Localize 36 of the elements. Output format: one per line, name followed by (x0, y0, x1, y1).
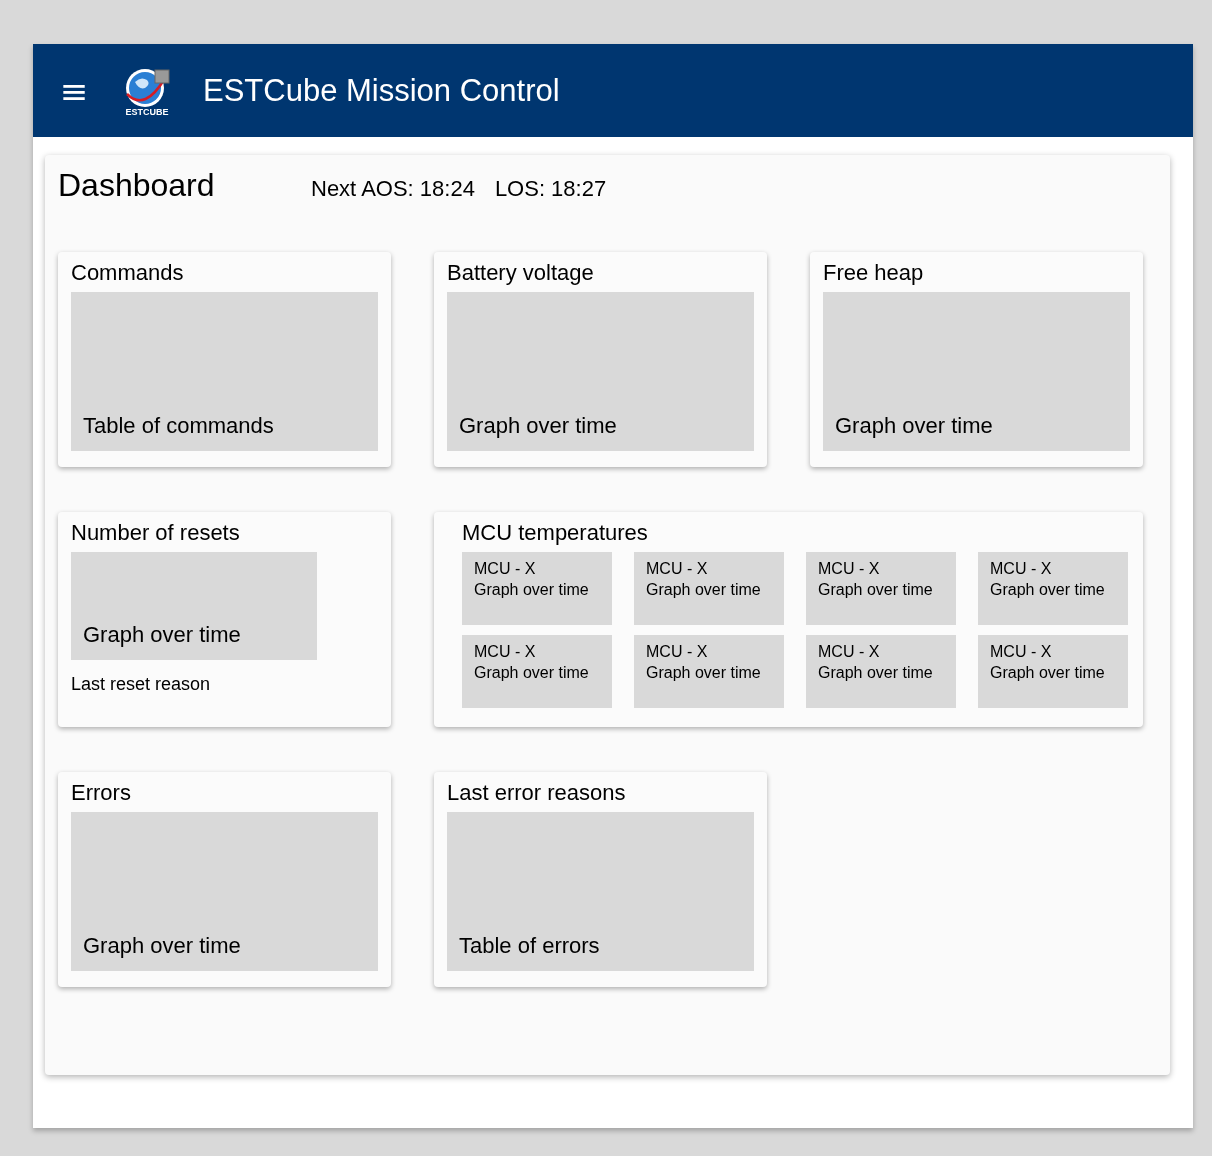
los-time: LOS: 18:27 (494, 176, 607, 202)
tile-caption: Graph over time (990, 663, 1106, 683)
app-title: ESTCube Mission Control (203, 72, 560, 109)
mcu-name: MCU - X (818, 642, 881, 662)
tile-caption: Graph over time (818, 580, 934, 600)
menu-button[interactable]: ≡ (59, 73, 89, 108)
logo-text: ESTCUBE (125, 107, 169, 117)
placeholder-area: Graph over time (823, 292, 1130, 451)
tile-caption: Graph over time (990, 580, 1106, 600)
tile-caption: Graph over time (474, 580, 590, 600)
tile-caption: Graph over time (646, 663, 762, 683)
mcu-name: MCU - X (646, 642, 709, 662)
mcu-name: MCU - X (818, 559, 881, 579)
placeholder-area: Table of errors (447, 812, 754, 971)
widget-title: Number of resets (71, 520, 241, 546)
mcu-name: MCU - X (990, 559, 1053, 579)
placeholder-area: Graph over time (71, 812, 378, 971)
widget-title: Free heap (823, 260, 925, 286)
page-title: Dashboard (58, 167, 216, 204)
widget-title: MCU temperatures (462, 520, 649, 546)
placeholder-area: Table of commands (71, 292, 378, 451)
last-reset-reason: Last reset reason (71, 674, 212, 695)
placeholder-area: Graph over time (447, 292, 754, 451)
tile-caption: Graph over time (646, 580, 762, 600)
widget-title: Errors (71, 780, 132, 806)
widget-title: Last error reasons (447, 780, 627, 806)
mcu-name: MCU - X (990, 642, 1053, 662)
next-aos: Next AOS: 18:24 (311, 176, 475, 202)
placeholder-area: Graph over time (71, 552, 317, 660)
mcu-name: MCU - X (474, 559, 537, 579)
mcu-name: MCU - X (474, 642, 537, 662)
tile-caption: Graph over time (818, 663, 934, 683)
mcu-name: MCU - X (646, 559, 709, 579)
widget-title: Commands (71, 260, 185, 286)
widget-title: Battery voltage (447, 260, 595, 286)
tile-caption: Graph over time (474, 663, 590, 683)
